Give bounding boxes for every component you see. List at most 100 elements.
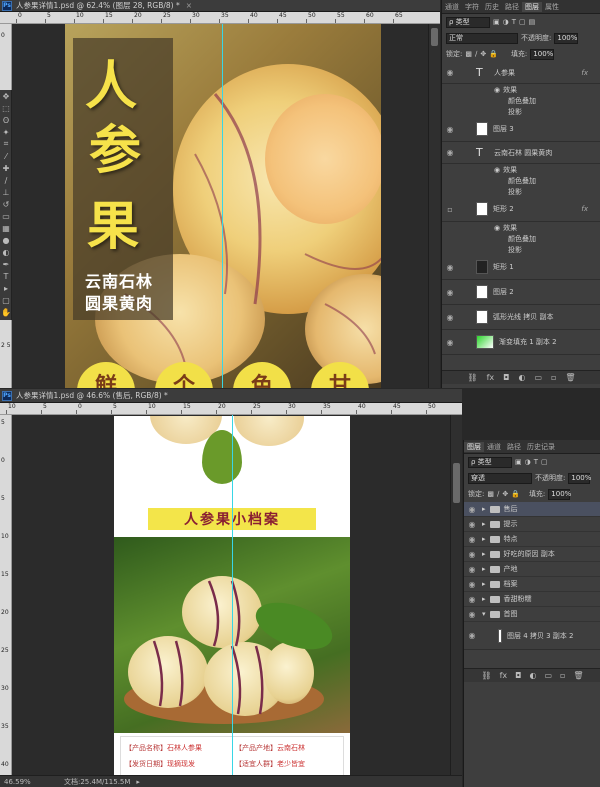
healing-brush-icon[interactable]: ✚ [0,162,12,174]
panel-tab[interactable]: 通道 [442,2,462,12]
adjustment-icon[interactable]: ◐ [529,671,536,680]
magic-wand-icon[interactable]: ✦ [0,126,12,138]
layer-group-row[interactable]: ◉ ▸ 特点 [464,532,600,547]
gradient-tool-icon[interactable]: ▦ [0,222,12,234]
layer-group-row[interactable]: ◉ ▸ 档案 [464,577,600,592]
visibility-eye-icon[interactable]: ◉ [442,338,458,347]
filter-dropdown[interactable]: ρ 类型 [468,456,512,468]
visibility-eye-icon[interactable]: ◉ [442,68,458,77]
layer-effect-row[interactable]: 颜色叠加 [442,175,600,186]
effect-eye-icon[interactable]: ◉ [494,86,500,94]
layer-group-row[interactable]: ◉ ▾ 首图 [464,607,600,622]
filter-type-icon[interactable]: T [512,18,516,26]
layer-row[interactable]: ◉ 图层 2 [442,280,600,305]
layer-effect-row[interactable]: ◉ 效果 [442,222,600,233]
layer-row[interactable]: ◉ T 人参果 fx [442,62,600,84]
panel-tab[interactable]: 历史记录 [524,442,558,452]
visibility-eye-icon[interactable]: ◉ [464,565,480,574]
panel-tab[interactable]: 路径 [502,2,522,12]
zoom-level[interactable]: 46.59% [4,778,64,786]
document-tab-1[interactable]: Ps 人参果详情1.psd @ 62.4% (图层 28, RGB/8) * × [0,0,440,12]
mask-icon[interactable]: ◘ [515,671,521,680]
chevron-right-icon[interactable]: ▸ [482,550,486,558]
dodge-tool-icon[interactable]: ◐ [0,246,12,258]
filter-adjust-icon[interactable]: ◑ [525,458,531,466]
layer-effect-row[interactable]: ◉ 效果 [442,84,600,95]
chevron-right-icon[interactable]: ▸ [482,595,486,603]
blend-mode-dropdown[interactable]: 穿透 [468,472,532,484]
blur-tool-icon[interactable]: ● [0,234,12,246]
panel-tab[interactable]: 图层 [522,1,542,12]
lock-paint-icon[interactable]: ∕ [497,490,499,498]
filter-type-icon[interactable]: T [534,458,538,466]
adjustment-icon[interactable]: ◐ [518,373,525,382]
folder-icon[interactable]: ▭ [534,373,542,382]
fx-icon[interactable]: fx [500,671,508,680]
layer-effect-row[interactable]: 颜色叠加 [442,95,600,106]
visibility-eye-icon[interactable]: ◉ [464,535,480,544]
layer-row[interactable]: ▫ 矩形 2 fx [442,197,600,222]
close-icon[interactable]: × [186,1,192,10]
effect-eye-icon[interactable]: ◉ [494,166,500,174]
filter-pixel-icon[interactable]: ▣ [493,18,500,26]
layer-group-row[interactable]: ◉ ▸ 提示 [464,517,600,532]
vertical-scrollbar[interactable] [450,415,462,775]
visibility-eye-icon[interactable]: ◉ [464,580,480,589]
fill-input[interactable]: 100% [548,488,571,500]
new-layer-icon[interactable]: ▫ [560,671,565,680]
vertical-ruler[interactable]: 5 0 5 10 15 20 25 30 35 40 [0,415,12,775]
panel-tab[interactable]: 通道 [484,442,504,452]
status-arrow-icon[interactable]: ▸ [136,778,140,786]
layer-group-row[interactable]: ◉ ▸ 售后 [464,502,600,517]
visibility-eye-icon[interactable]: ◉ [464,505,480,514]
eraser-icon[interactable]: ▭ [0,210,12,222]
panel-tab[interactable]: 属性 [542,2,562,12]
filter-dropdown[interactable]: ρ 类型 [446,16,490,28]
type-tool-icon[interactable]: T [0,270,12,282]
panel-tab[interactable]: 历史 [482,2,502,12]
layer-row[interactable]: ◉ 图层 3 [442,117,600,142]
hand-tool-icon[interactable]: ✋ [0,306,12,318]
folder-icon[interactable]: ▭ [544,671,552,680]
opacity-input[interactable]: 100% [554,32,579,44]
visibility-eye-icon[interactable]: ◉ [464,595,480,604]
lock-move-icon[interactable]: ✥ [502,490,508,498]
chevron-right-icon[interactable]: ▸ [482,565,486,573]
visibility-eye-icon[interactable]: ◉ [442,263,458,272]
lock-paint-icon[interactable]: ∕ [475,50,477,58]
filter-shape-icon[interactable]: ▢ [519,18,526,26]
visibility-eye-icon[interactable]: ◉ [442,313,458,322]
marquee-tool-icon[interactable]: ⬚ [0,102,12,114]
lock-all-icon[interactable]: 🔒 [511,490,520,498]
crop-tool-icon[interactable]: ⌗ [0,138,12,150]
visibility-eye-icon[interactable]: ◉ [464,520,480,529]
visibility-eye-icon[interactable]: ◉ [464,610,480,619]
fx-icon[interactable]: fx [487,373,495,382]
horizontal-ruler[interactable]: 10 5 0 5 10 15 20 25 30 35 40 45 50 [0,403,462,415]
lock-transparent-icon[interactable]: ▩ [465,50,472,58]
opacity-input[interactable]: 100% [568,472,591,484]
panel-tab[interactable]: 字符 [462,2,482,12]
filter-pixel-icon[interactable]: ▣ [515,458,522,466]
guide-line[interactable] [232,415,233,775]
visibility-eye-icon[interactable]: ◉ [442,125,458,134]
layer-effect-row[interactable]: 颜色叠加 [442,233,600,244]
canvas-hero-image[interactable]: 人 参 果 云南石林 圆果黄肉 鲜 个 色 甘 [65,24,381,388]
path-select-icon[interactable]: ▸ [0,282,12,294]
panel-tab[interactable]: 路径 [504,442,524,452]
trash-icon[interactable]: 🗑 [573,671,583,680]
document-tab-2[interactable]: Ps 人参果详情1.psd @ 46.6% (售后, RGB/8) * [0,389,462,403]
visibility-eye-icon[interactable]: ◉ [464,550,480,559]
layer-row[interactable]: ◉ 渐变填充 1 副本 2 [442,330,600,355]
layer-row[interactable]: ◉ T 云南石林 圆果黄肉 [442,142,600,164]
eyedropper-icon[interactable]: ⁄ [0,150,12,162]
filter-smart-icon[interactable]: ▤ [529,18,536,26]
mask-icon[interactable]: ◘ [503,373,509,382]
vertical-scrollbar[interactable] [428,24,440,388]
move-tool-icon[interactable]: ✥ [0,90,12,102]
fill-input[interactable]: 100% [530,48,555,60]
lock-move-icon[interactable]: ✥ [480,50,486,58]
scrollbar-thumb[interactable] [431,28,438,46]
layer-effect-row[interactable]: 投影 [442,186,600,197]
layer-row[interactable]: ◉ 矩形 1 [442,255,600,280]
